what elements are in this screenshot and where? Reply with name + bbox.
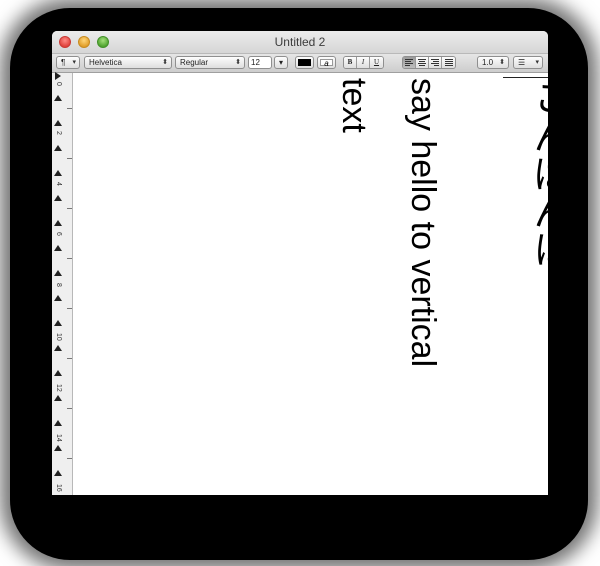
tab-stop-icon[interactable] (54, 270, 62, 276)
align-center-button[interactable] (416, 57, 429, 68)
tab-stop-icon[interactable] (54, 320, 62, 326)
tab-stop-icon[interactable] (54, 295, 62, 301)
list-icon: ☰ (518, 58, 526, 67)
ruler-label: 10 (55, 333, 62, 341)
document-line-3[interactable]: text (335, 78, 373, 133)
font-family-select[interactable]: Helvetica ⬍ (84, 56, 172, 69)
tab-stop-icon[interactable] (54, 370, 62, 376)
document-line-2[interactable]: say hello to vertical (404, 78, 442, 367)
tab-stop-icon[interactable] (54, 395, 62, 401)
ruler-tick (67, 108, 72, 109)
align-left-icon (405, 59, 413, 66)
document-line-1[interactable]: こんばんは (527, 78, 548, 268)
tab-stop-icon[interactable] (54, 245, 62, 251)
underline-button[interactable]: U (370, 57, 383, 68)
tab-stop-icon[interactable] (54, 470, 62, 476)
ruler-tick (67, 158, 72, 159)
align-left-button[interactable] (403, 57, 416, 68)
format-toolbar: ¶ ▾ Helvetica ⬍ Regular ⬍ 12 ▾ a B I U 1… (52, 54, 548, 73)
ruler-tick (67, 408, 72, 409)
ruler-tick (67, 208, 72, 209)
tab-stop-icon[interactable] (54, 445, 62, 451)
stepper-arrows-icon: ⬍ (162, 59, 168, 66)
font-style-value: Regular (180, 58, 209, 67)
align-center-icon (418, 59, 426, 66)
paragraph-styles-button[interactable]: ¶ ▾ (56, 56, 80, 69)
text-style-group: B I U (343, 56, 384, 69)
title-bar[interactable]: Untitled 2 (52, 31, 548, 54)
justify-button[interactable] (442, 57, 455, 68)
align-right-icon (431, 59, 439, 66)
font-size-value: 12 (251, 58, 260, 67)
chevron-down-icon: ▾ (72, 59, 76, 66)
stepper-arrows-icon: ⬍ (235, 59, 241, 66)
tab-stop-icon[interactable] (54, 195, 62, 201)
text-color-well[interactable] (295, 56, 314, 69)
font-size-menu-button[interactable]: ▾ (274, 56, 288, 69)
tab-stop-icon[interactable] (54, 345, 62, 351)
ruler-tick (67, 258, 72, 259)
paragraph-styles-label: ¶ (61, 58, 66, 67)
ruler-label: 2 (55, 131, 62, 135)
ruler-label: 8 (55, 283, 62, 287)
chevron-down-icon: ▾ (535, 59, 539, 66)
ruler-tick (67, 308, 72, 309)
justify-icon (444, 59, 453, 66)
chevron-down-icon: ▾ (278, 58, 283, 67)
tab-stop-icon[interactable] (54, 120, 62, 126)
ruler-label: 16 (55, 484, 62, 492)
background-color-swatch: a (320, 59, 333, 68)
line-spacing-value: 1.0 (482, 58, 494, 67)
ruler-marker-icon[interactable] (55, 72, 61, 80)
bold-button[interactable]: B (344, 57, 357, 68)
stepper-arrows-icon: ⬍ (499, 59, 505, 66)
ruler-tick (67, 458, 72, 459)
list-bullets-select[interactable]: ☰ ▾ (513, 56, 543, 69)
ruler-label: 14 (55, 434, 62, 442)
alignment-group (402, 56, 456, 69)
tab-stop-icon[interactable] (54, 420, 62, 426)
text-color-swatch (298, 59, 311, 66)
tab-stop-icon[interactable] (54, 145, 62, 151)
font-size-input[interactable]: 12 (248, 56, 272, 69)
italic-button[interactable]: I (357, 57, 370, 68)
background-color-well[interactable]: a (317, 56, 336, 69)
ruler-tick (67, 358, 72, 359)
ruler-label: 6 (55, 232, 62, 236)
tab-stop-icon[interactable] (54, 170, 62, 176)
font-style-select[interactable]: Regular ⬍ (175, 56, 245, 69)
font-family-value: Helvetica (89, 58, 122, 67)
window-title: Untitled 2 (274, 35, 326, 49)
textedit-window: Untitled 2 ¶ ▾ Helvetica ⬍ Regular ⬍ 12 ▾ a… (52, 31, 548, 495)
vertical-ruler[interactable]: 0 2 4 6 8 10 12 14 16 (52, 72, 73, 495)
tab-stop-icon[interactable] (54, 220, 62, 226)
align-right-button[interactable] (429, 57, 442, 68)
ruler-label: 4 (55, 182, 62, 186)
ruler-label: 0 (55, 82, 62, 86)
document-text-area[interactable]: こんばんは say hello to vertical text (73, 73, 548, 495)
ruler-label: 12 (55, 384, 62, 392)
line-spacing-select[interactable]: 1.0 ⬍ (477, 56, 509, 69)
tab-stop-icon[interactable] (54, 95, 62, 101)
